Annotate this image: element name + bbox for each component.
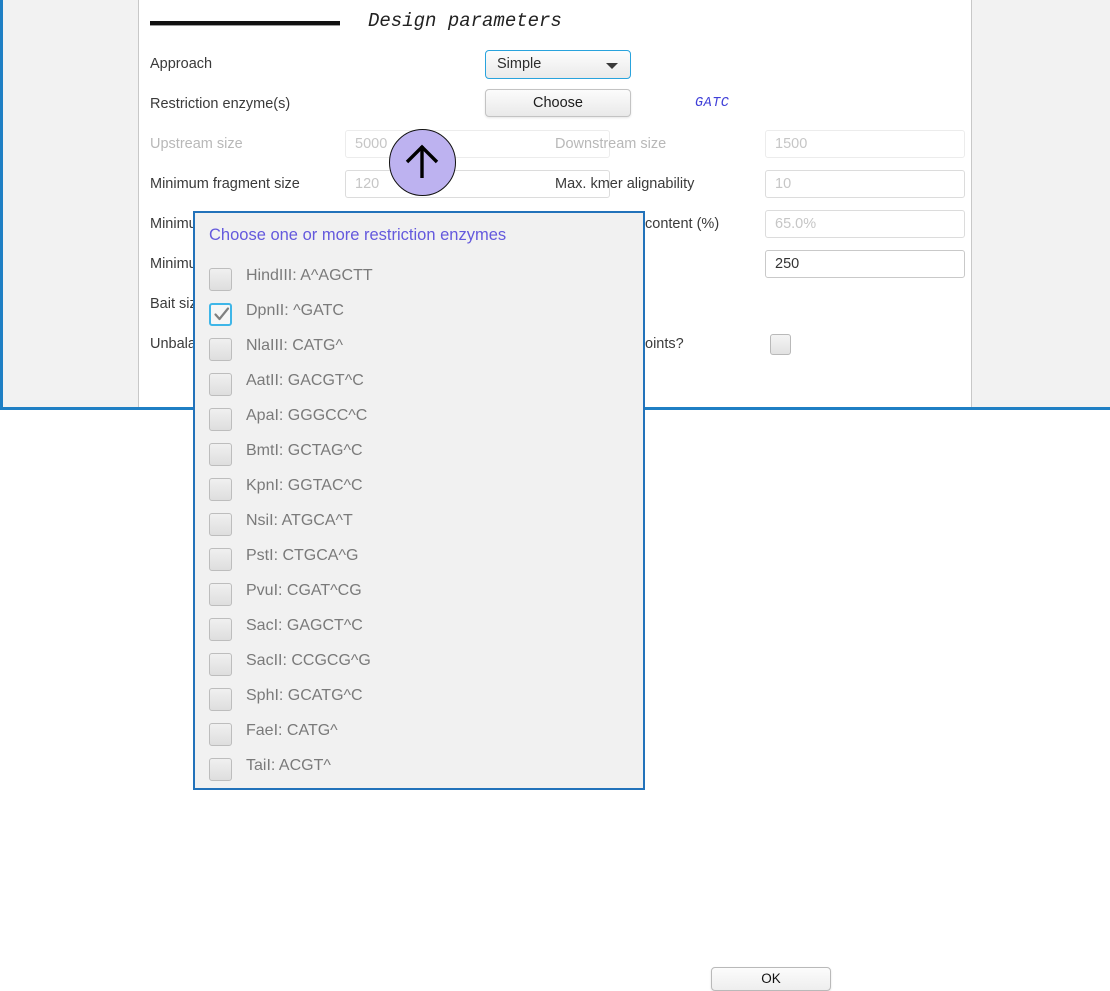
checkbox-icon[interactable] (209, 268, 232, 291)
choose-enzymes-button[interactable]: Choose (485, 89, 631, 117)
checkbox-checked-icon[interactable] (209, 303, 232, 326)
checkbox-icon[interactable] (209, 723, 232, 746)
checkbox-icon[interactable] (209, 338, 232, 361)
enzyme-label: FaeI: CATG^ (246, 722, 338, 739)
enzyme-list-item[interactable]: DpnII: ^GATC (209, 300, 629, 330)
enzyme-list-item[interactable]: HindIII: A^AGCTT (209, 265, 629, 295)
enzyme-label: KpnI: GGTAC^C (246, 477, 363, 494)
checkbox-icon[interactable] (209, 548, 232, 571)
max-kmer-alignability-input[interactable]: 10 (765, 170, 965, 198)
enzyme-label: SphI: GCATG^C (246, 687, 363, 704)
enzyme-list-item[interactable]: PvuI: CGAT^CG (209, 580, 629, 610)
enzyme-list-item[interactable]: SacII: CCGCG^G (209, 650, 629, 680)
checkbox-icon[interactable] (209, 583, 232, 606)
label-minimum-fragment-size: Minimum fragment size (150, 176, 300, 192)
approach-dropdown[interactable]: Simple (485, 50, 631, 79)
checkbox-icon[interactable] (209, 688, 232, 711)
enzyme-label: NsiI: ATGCA^T (246, 512, 353, 529)
chevron-down-icon (606, 63, 618, 69)
bait-size-input[interactable]: 250 (765, 250, 965, 278)
restriction-enzyme-dialog: Choose one or more restriction enzymes O… (193, 211, 831, 991)
enzyme-label: ApaI: GGGCC^C (246, 407, 368, 424)
enzyme-list-item[interactable]: NsiI: ATGCA^T (209, 510, 629, 540)
approach-dropdown-value: Simple (497, 56, 542, 72)
enzyme-label: DpnII: ^GATC (246, 302, 344, 319)
enzyme-list-item[interactable]: ApaI: GGGCC^C (209, 405, 629, 435)
enzyme-list-item[interactable]: KpnI: GGTAC^C (209, 475, 629, 505)
enzyme-list-item[interactable]: BmtI: GCTAG^C (209, 440, 629, 470)
label-restriction-enzymes: Restriction enzyme(s) (150, 96, 291, 112)
checkbox-icon[interactable] (209, 618, 232, 641)
header-rule (150, 21, 340, 26)
enzyme-list-item[interactable]: AatII: GACGT^C (209, 370, 629, 400)
label-max-kmer-alignability: Max. kmer alignability (555, 176, 695, 192)
downstream-size-input[interactable]: 1500 (765, 130, 965, 158)
enzyme-list-item[interactable]: PstI: CTGCA^G (209, 545, 629, 575)
label-approach: Approach (150, 56, 213, 72)
enzyme-label: PstI: CTGCA^G (246, 547, 359, 564)
dialog-title: Choose one or more restriction enzymes (209, 226, 507, 244)
checkbox-icon[interactable] (209, 653, 232, 676)
unbalanced-points-checkbox[interactable] (770, 334, 791, 355)
checkbox-icon[interactable] (209, 478, 232, 501)
label-minimum-2: Minimum (150, 256, 196, 272)
enzyme-label: NlaIII: CATG^ (246, 337, 343, 354)
label-downstream-size: Downstream size (555, 136, 667, 152)
checkbox-icon[interactable] (209, 443, 232, 466)
enzyme-list-item[interactable]: FaeI: CATG^ (209, 720, 629, 750)
enzyme-label: SacI: GAGCT^C (246, 617, 363, 634)
right-sidebar-panel (971, 0, 1110, 407)
enzyme-label: SacII: CCGCG^G (246, 652, 371, 669)
enzyme-label: TaiI: ACGT^ (246, 757, 331, 774)
section-header: Design parameters (150, 10, 960, 42)
enzyme-list-item[interactable]: TaiI: ACGT^ (209, 755, 629, 785)
gc-content-input[interactable]: 65.0% (765, 210, 965, 238)
enzyme-label: HindIII: A^AGCTT (246, 267, 373, 284)
ok-button[interactable]: OK (711, 967, 831, 991)
enzyme-label: BmtI: GCTAG^C (246, 442, 363, 459)
checkbox-icon[interactable] (209, 513, 232, 536)
page-title: Design parameters (368, 10, 562, 32)
enzyme-list-item[interactable]: SacI: GAGCT^C (209, 615, 629, 645)
label-bait-size: Bait siz (150, 296, 196, 312)
enzyme-label: AatII: GACGT^C (246, 372, 364, 389)
label-unbalanced: Unbala (150, 336, 196, 352)
selected-enzyme-sites: GATC (695, 96, 730, 111)
enzyme-label: PvuI: CGAT^CG (246, 582, 362, 599)
label-upstream-size: Upstream size (150, 136, 243, 152)
label-minimum-1: Minimum (150, 216, 196, 232)
enzyme-list-item[interactable]: SphI: GCATG^C (209, 685, 629, 715)
label-gc-content: content (%) (645, 216, 720, 232)
checkbox-icon[interactable] (209, 758, 232, 781)
checkbox-icon[interactable] (209, 373, 232, 396)
enzyme-list-item[interactable]: NlaIII: CATG^ (209, 335, 629, 365)
label-unbalanced-points: oints? (645, 336, 684, 352)
checkbox-icon[interactable] (209, 408, 232, 431)
left-sidebar-panel (0, 0, 139, 407)
